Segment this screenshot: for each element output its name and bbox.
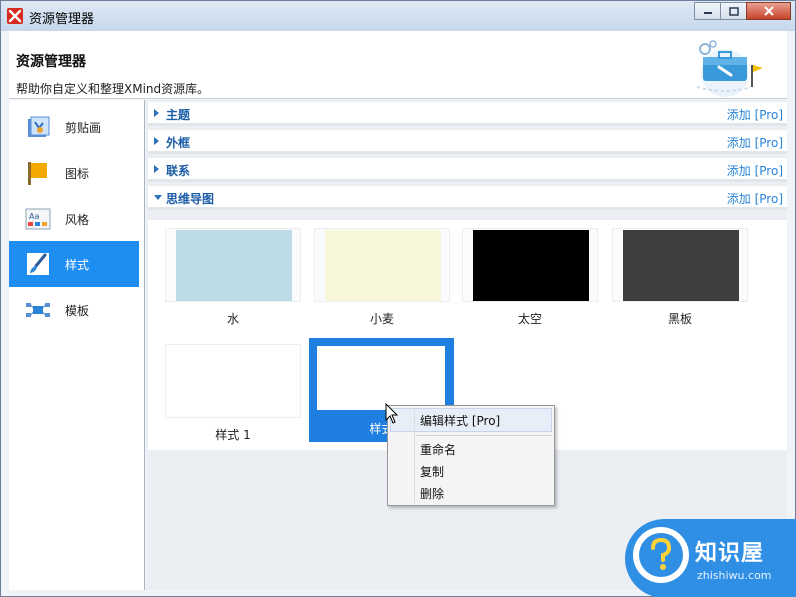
style-thumbnail-frame [314,228,450,302]
style-name: 水 [226,312,239,326]
watermark-brand: 知识屋 [695,541,765,566]
watermark-domain: zhishiwu.com [697,569,772,582]
section-title: 主题 [166,108,191,122]
resource-content-panel: 主题 添加 [Pro] 外框 添加 [Pro] 联系 添加 [Pro] 思维导图… [146,100,787,590]
mouse-cursor-icon [385,403,399,424]
menu-separator [416,435,552,436]
menu-item-copy[interactable]: 复制 [420,463,444,480]
style-card[interactable]: 样式 1 [165,344,301,444]
watermark-logo: 知识屋 zhishiwu.com [625,519,796,597]
svg-text:Aa: Aa [29,212,39,221]
resource-manager-window: 资源管理器 资源管理器 帮助你自定义和整理XMind资源库。 剪贴画 图标 Aa… [0,0,796,597]
sidebar-item-template[interactable]: 模板 [9,287,139,333]
flag-icon [25,160,51,186]
sidebar-item-label: 风格 [65,212,90,227]
close-icon [763,6,774,16]
section-header-topic[interactable]: 主题 添加 [Pro] [148,102,787,126]
menu-item-delete[interactable]: 删除 [420,485,444,502]
sidebar-item-style[interactable]: Aa 风格 [9,196,139,242]
close-button[interactable] [746,2,791,20]
xmind-app-icon [7,8,23,24]
font-style-icon: Aa [25,206,51,232]
sidebar-item-label: 剪贴画 [65,120,102,135]
style-thumbnail [473,230,589,301]
page-title: 资源管理器 [16,54,86,70]
sidebar-item-icons[interactable]: 图标 [9,150,139,196]
style-card[interactable]: 小麦 [314,228,450,328]
sidebar: 剪贴画 图标 Aa 风格 样式 模板 [9,100,145,590]
sidebar-item-label: 样式 [65,257,90,272]
add-pro-link[interactable]: 添加 [Pro] [727,190,783,207]
style-name: 样式 1 [215,428,251,442]
sidebar-item-clipart[interactable]: 剪贴画 [9,104,139,150]
section-header-relationship[interactable]: 联系 添加 [Pro] [148,158,787,182]
context-menu-gutter [414,408,415,503]
style-thumbnail [176,230,292,301]
style-card[interactable]: 水 [165,228,301,328]
style-thumbnail-frame [462,228,598,302]
paint-brush-icon [25,251,51,277]
style-card[interactable]: 黑板 [612,228,748,328]
section-title: 外框 [166,136,191,150]
chevron-down-icon [154,195,162,200]
sidebar-item-label: 图标 [65,166,90,181]
style-thumbnail-frame [165,228,301,302]
page-subtitle: 帮助你自定义和整理XMind资源库。 [16,82,210,96]
style-thumbnail [325,230,441,301]
context-menu: 编辑样式 [Pro] 重命名 复制 删除 [387,405,555,506]
style-name: 黑板 [667,312,692,326]
chevron-right-icon [154,137,159,145]
minimize-button[interactable] [694,2,721,20]
style-name: 小麦 [369,312,394,326]
style-thumbnail-frame [165,344,301,418]
style-thumbnail-frame [316,345,446,411]
chevron-right-icon [154,165,159,173]
style-name: 太空 [517,312,542,326]
menu-item-rename[interactable]: 重命名 [420,441,456,458]
style-card[interactable]: 太空 [462,228,598,328]
sidebar-item-theme-style[interactable]: 样式 [9,241,139,287]
section-title: 思维导图 [166,192,215,206]
maximize-icon [728,6,739,16]
sidebar-item-label: 模板 [65,303,90,318]
style-thumbnail [623,230,739,301]
maximize-button[interactable] [720,2,747,20]
section-header-boundary[interactable]: 外框 添加 [Pro] [148,130,787,154]
header-panel: 资源管理器 帮助你自定义和整理XMind资源库。 [9,31,787,99]
window-controls [694,2,791,20]
chevron-right-icon [154,109,159,117]
section-title: 联系 [166,164,191,178]
template-icon [25,297,51,323]
style-thumbnail-frame [612,228,748,302]
menu-item-edit-style[interactable]: 编辑样式 [Pro] [420,412,500,429]
add-pro-link[interactable]: 添加 [Pro] [727,162,783,179]
add-pro-link[interactable]: 添加 [Pro] [727,106,783,123]
minimize-icon [703,12,712,14]
toolbox-gear-flag-icon [696,40,763,97]
add-pro-link[interactable]: 添加 [Pro] [727,134,783,151]
title-bar[interactable]: 资源管理器 [1,1,795,31]
section-header-mindmap[interactable]: 思维导图 添加 [Pro] [148,186,787,210]
question-bulb-icon [633,527,689,583]
window-title: 资源管理器 [29,12,95,27]
clipart-icon [25,114,51,140]
